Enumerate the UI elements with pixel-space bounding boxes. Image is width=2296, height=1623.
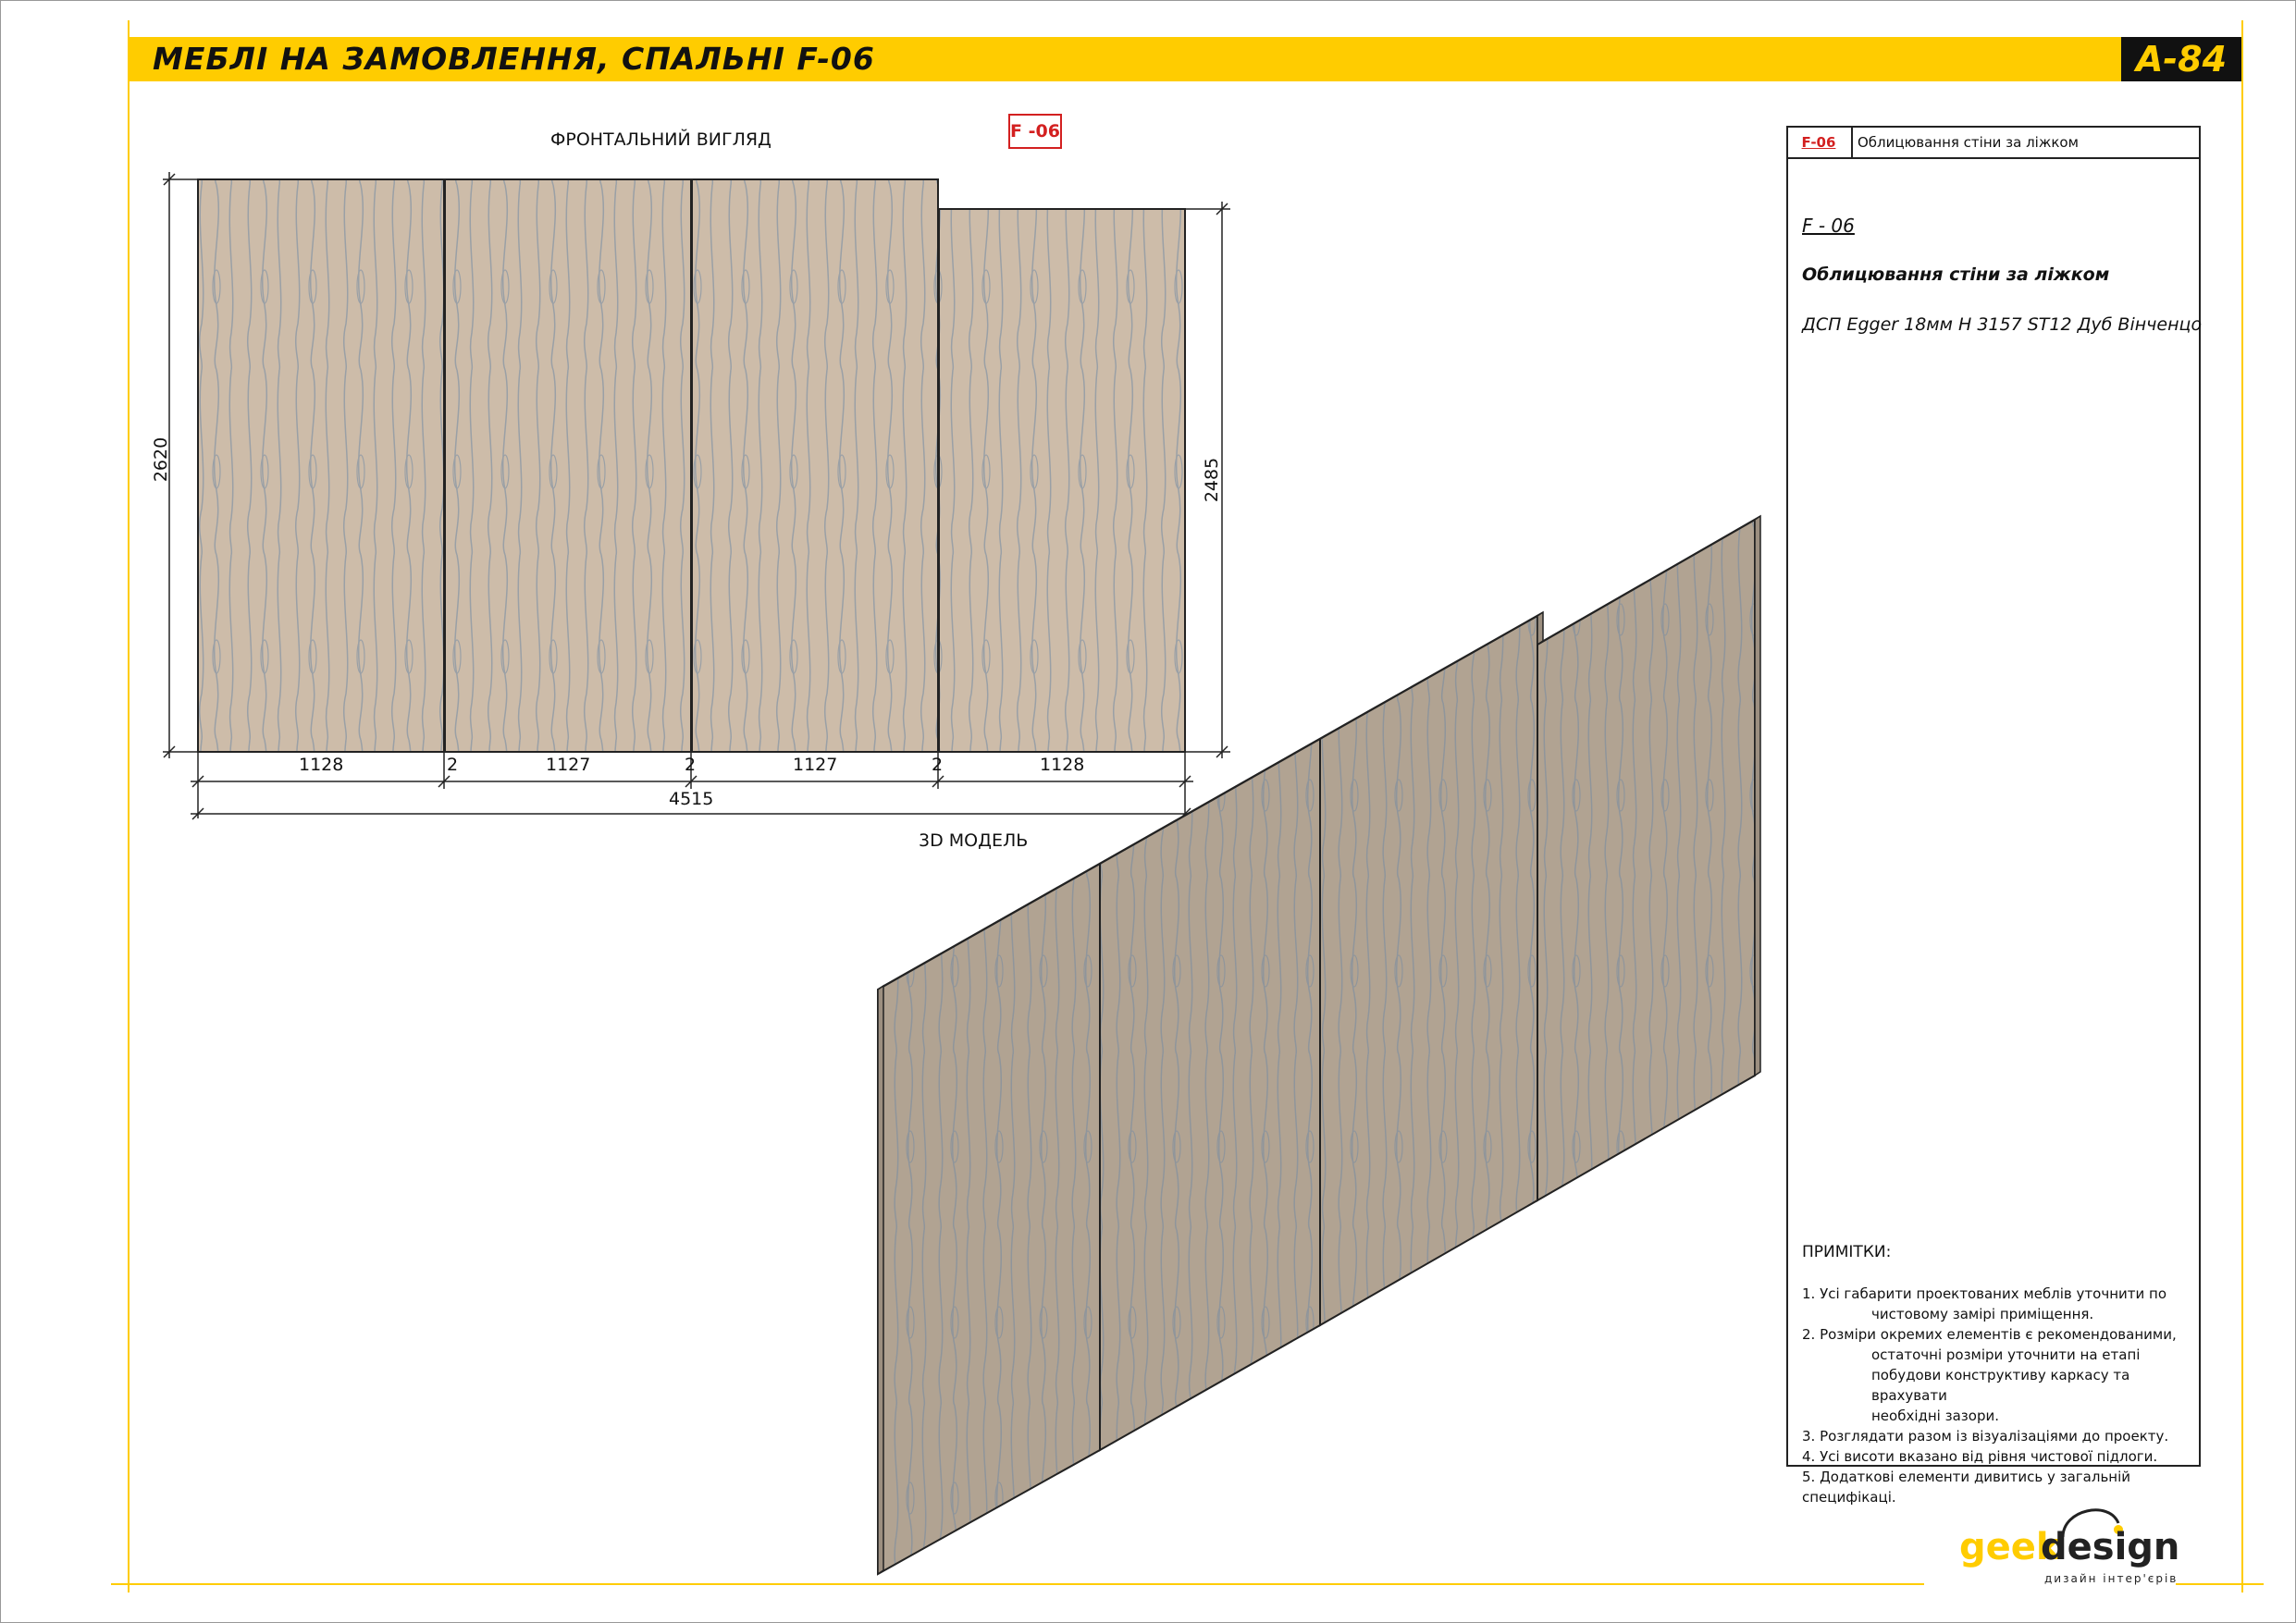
front-panel-3 [691,178,939,753]
dim-panel-4: 1128 [1040,755,1085,775]
dim-gap-3: 2 [932,755,944,775]
dim-panel-2: 1127 [546,755,591,775]
note-3: 3. Розглядати разом із візуалізаціями до… [1802,1428,2169,1445]
spec-material: ДСП Egger 18мм H 3157 ST12 Дуб Вінченцо [1802,314,2203,335]
notes-list: 1. Усі габарити проектованих меблів уточ… [1802,1284,2191,1507]
front-view-label: ФРОНТАЛЬНИЙ ВИГЛЯД [550,129,772,150]
logo-subtitle: дизайн інтер'єрів [2044,1572,2179,1585]
model-panel-3 [1319,614,1538,1327]
front-view [197,178,1186,753]
note-2-line-2: остаточні розміри уточнити на етапі [1871,1346,2141,1363]
front-panel-1 [197,178,445,753]
note-1-line-1: 1. Усі габарити проектованих меблів уточ… [1802,1285,2166,1302]
dim-height-left: 2620 [151,436,172,483]
front-panel-4 [938,208,1186,753]
model-3d-label: 3D МОДЕЛЬ [919,830,1029,851]
spec-description: Облицювання стіни за ліжком [1802,264,2110,285]
note-2-line-3: побудови конструктиву каркасу та врахува… [1871,1367,2130,1404]
note-1-line-2: чистовому замірі приміщення. [1871,1306,2094,1322]
spec-name: Облицювання стіни за ліжком [1858,134,2079,151]
dim-panel-1: 1128 [299,755,344,775]
note-4: 4. Усі висоти вказано від рівня чистової… [1802,1448,2158,1465]
item-tag: F -06 [1008,114,1062,149]
front-panel-2 [444,178,692,753]
note-2-line-4: необхідні зазори. [1871,1408,1999,1424]
spec-item-id: F - 06 [1802,215,1855,237]
dim-panel-3: 1127 [793,755,838,775]
dim-height-right: 2485 [1202,457,1223,503]
logo-design: design [2041,1526,2180,1568]
notes-title: ПРИМІТКИ: [1802,1243,1892,1261]
dim-gap-2: 2 [685,755,697,775]
spec-code: F-06 [1786,126,1853,159]
note-2-line-1: 2. Розміри окремих елементів є рекомендо… [1802,1326,2177,1343]
dim-total: 4515 [669,789,714,809]
dim-gap-1: 2 [447,755,459,775]
model-panel-4 [1537,518,1756,1202]
